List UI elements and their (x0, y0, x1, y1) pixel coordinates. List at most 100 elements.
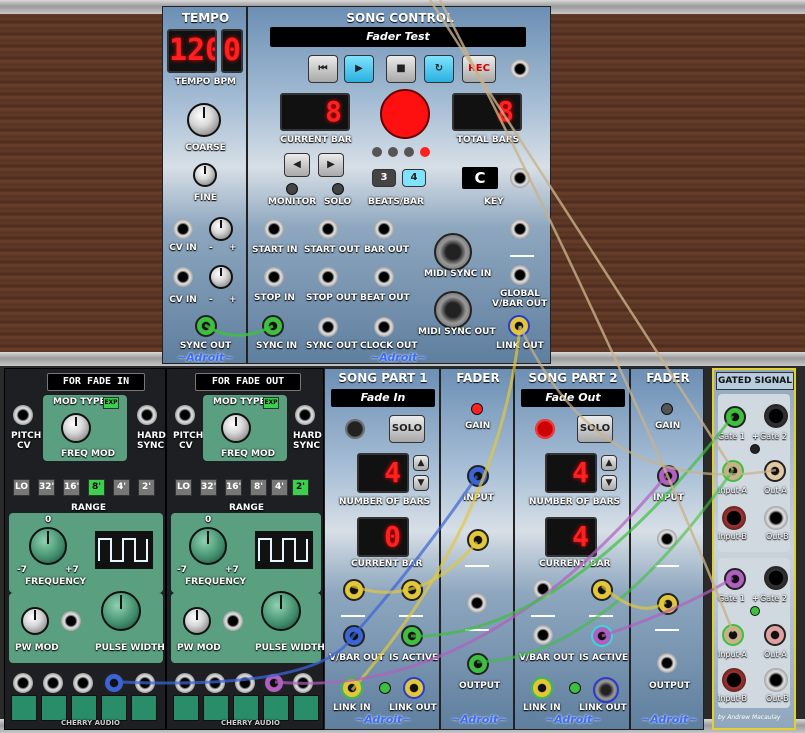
monitor-led[interactable] (286, 183, 298, 195)
exp-toggle[interactable]: EXP (263, 397, 279, 409)
gate-jack-2[interactable] (591, 579, 613, 601)
frequency-knob[interactable] (29, 527, 67, 565)
pitch-cv-jack[interactable] (175, 405, 195, 425)
sync-out-jack[interactable] (195, 315, 217, 337)
output-jack[interactable] (467, 653, 489, 675)
bars-up-button[interactable]: ▲ (413, 455, 429, 471)
rec-jack[interactable] (510, 59, 530, 79)
gate1-jack-1[interactable] (724, 406, 746, 428)
midi-sync-in-port[interactable] (434, 233, 472, 271)
link-in-jack[interactable] (531, 677, 553, 699)
output-jack[interactable] (657, 653, 677, 673)
bars-down-button[interactable]: ▼ (601, 475, 617, 491)
pw-mod-knob[interactable] (183, 607, 211, 635)
out-jack-sine[interactable] (103, 672, 125, 694)
clock-out-jack[interactable] (374, 317, 394, 337)
vbar-out-jack[interactable] (343, 625, 365, 647)
range-4[interactable]: 4' (271, 479, 288, 496)
pw-mod-jack[interactable] (61, 611, 81, 631)
out-jack-3[interactable] (235, 673, 255, 693)
link-out-midi-port[interactable] (593, 677, 619, 703)
fade-cv-jack-2[interactable] (467, 593, 487, 613)
song-name-display[interactable]: Fader Test (270, 27, 526, 47)
bars-down-button[interactable]: ▼ (413, 475, 429, 491)
monitor-jack[interactable] (535, 419, 555, 439)
gate-jack-1[interactable] (343, 579, 365, 601)
link-out-jack[interactable] (508, 315, 530, 337)
pulse-width-knob[interactable] (261, 591, 301, 631)
key-jack[interactable] (510, 168, 530, 188)
pitch-cv-jack[interactable] (13, 405, 33, 425)
gate2-jack-1[interactable] (764, 404, 788, 428)
input-b-jack-2[interactable] (722, 668, 746, 692)
beat-out-jack[interactable] (374, 267, 394, 287)
out-jack-triangle[interactable] (135, 673, 155, 693)
out-jack-2[interactable] (205, 673, 225, 693)
solo-led[interactable] (332, 183, 344, 195)
fade-cv-jack-2[interactable] (657, 593, 679, 615)
out-jack-sawtooth[interactable] (13, 673, 33, 693)
out-jack-3[interactable] (73, 673, 93, 693)
rewind-button[interactable]: ⏮ (308, 55, 338, 83)
midi-sync-out-port[interactable] (434, 291, 472, 329)
loop-button[interactable]: ↻ (424, 55, 454, 83)
global-vbar-out-jack[interactable] (510, 265, 530, 285)
range-32[interactable]: 32' (38, 479, 55, 496)
song-part-1-name[interactable]: Fade In (331, 389, 435, 407)
range-8[interactable]: 8' (250, 479, 267, 496)
monitor-jack[interactable] (345, 419, 365, 439)
range-2[interactable]: 2' (138, 479, 155, 496)
pulse-width-knob[interactable] (101, 591, 141, 631)
gate-jack-1[interactable] (533, 579, 553, 599)
coarse-knob[interactable] (187, 103, 221, 137)
stop-button[interactable]: ■ (386, 55, 416, 83)
cv-attenuator-knob-1[interactable] (209, 217, 233, 241)
tempo-bpm-fraction-display[interactable]: 0 (221, 29, 243, 73)
global-gate-jack-1[interactable] (510, 219, 530, 239)
song-part-2-name[interactable]: Fade Out (521, 389, 625, 407)
range-16[interactable]: 16' (225, 479, 242, 496)
range-lo[interactable]: LO (175, 479, 192, 496)
pw-mod-knob[interactable] (21, 607, 49, 635)
bars-up-button[interactable]: ▲ (601, 455, 617, 471)
input-jack[interactable] (657, 465, 679, 487)
start-out-jack[interactable] (318, 219, 338, 239)
out-jack-2[interactable] (43, 673, 63, 693)
beats-3-button[interactable]: 3 (372, 169, 396, 187)
out-b-jack-1[interactable] (764, 506, 788, 530)
cv-in-jack-1[interactable] (173, 219, 193, 239)
bar-out-jack[interactable] (374, 219, 394, 239)
hard-sync-jack[interactable] (137, 405, 157, 425)
sync-out-jack-2[interactable] (318, 317, 338, 337)
play-button[interactable]: ▶ (344, 55, 374, 83)
cv-in-jack-2[interactable] (173, 267, 193, 287)
out-a-jack-1[interactable] (764, 460, 786, 482)
is-active-jack[interactable] (591, 625, 613, 647)
gate2-jack-2[interactable] (764, 566, 788, 590)
cv-attenuator-knob-2[interactable] (209, 265, 233, 289)
frequency-knob[interactable] (189, 527, 227, 565)
tempo-bpm-display[interactable]: 120 (167, 29, 217, 73)
is-active-jack[interactable] (401, 625, 423, 647)
input-a-jack-1[interactable] (722, 460, 744, 482)
stop-out-jack[interactable] (318, 267, 338, 287)
hard-sync-jack[interactable] (295, 405, 315, 425)
fine-knob[interactable] (193, 163, 217, 187)
gate-jack-2[interactable] (401, 579, 423, 601)
freq-mod-knob[interactable] (221, 413, 251, 443)
link-in-jack[interactable] (341, 677, 363, 699)
out-jack-sawtooth[interactable] (175, 673, 195, 693)
pw-mod-jack[interactable] (223, 611, 243, 631)
next-button[interactable]: ▶ (318, 153, 344, 177)
beats-4-button[interactable]: 4 (402, 169, 426, 187)
range-2[interactable]: 2' (292, 479, 309, 496)
sync-in-jack[interactable] (262, 315, 284, 337)
range-lo[interactable]: LO (13, 479, 30, 496)
range-32[interactable]: 32' (200, 479, 217, 496)
out-jack-sine[interactable] (263, 672, 285, 694)
fade-cv-jack-1[interactable] (467, 529, 489, 551)
key-display[interactable]: C (462, 167, 498, 189)
solo-button[interactable]: SOLO (577, 415, 613, 443)
gate1-jack-2[interactable] (724, 568, 746, 590)
out-a-jack-2[interactable] (764, 624, 786, 646)
